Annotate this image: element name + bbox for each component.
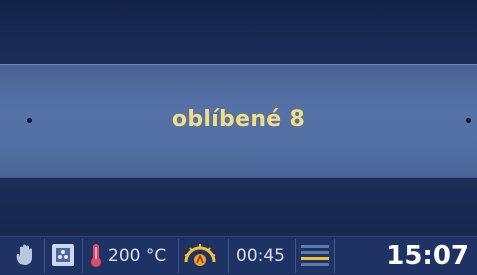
separator (228, 239, 229, 273)
right-arrow-icon[interactable] (466, 118, 471, 123)
selected-menu-item[interactable]: oblíbené 8 (0, 64, 477, 178)
hand-icon[interactable] (12, 242, 38, 268)
oven-display: oblíbené 8 200 °C 00:45 15:07 (0, 0, 477, 275)
separator (44, 239, 45, 273)
separator (334, 239, 335, 273)
heating-icon[interactable] (183, 242, 217, 268)
clock: 15:07 (386, 241, 469, 271)
separator (295, 239, 296, 273)
separator (178, 239, 179, 273)
menu-item-above[interactable] (0, 0, 477, 62)
timer-value[interactable]: 00:45 (236, 246, 285, 266)
selected-menu-label: oblíbené 8 (171, 107, 306, 132)
level-icon[interactable] (300, 242, 330, 268)
temperature-value[interactable]: 200 °C (108, 246, 166, 266)
oven-icon[interactable] (50, 242, 76, 268)
status-bar: 200 °C 00:45 15:07 (0, 236, 477, 275)
separator (82, 239, 83, 273)
thermometer-icon (91, 244, 101, 267)
menu-item-below[interactable] (0, 178, 477, 233)
